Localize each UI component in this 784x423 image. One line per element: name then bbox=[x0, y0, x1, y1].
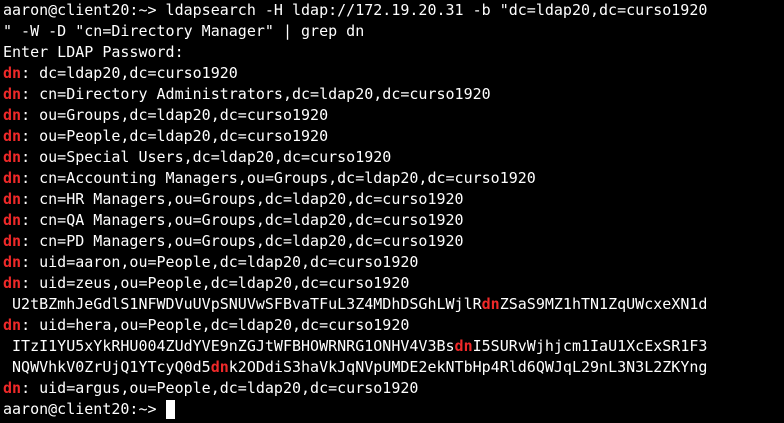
terminal-line: dn: cn=HR Managers,ou=Groups,dc=ldap20,d… bbox=[3, 189, 784, 210]
line-text: Enter LDAP Password: bbox=[3, 43, 184, 61]
terminal-line: Enter LDAP Password: bbox=[3, 42, 784, 63]
match-highlight: dn bbox=[3, 211, 22, 229]
match-highlight: dn bbox=[3, 274, 22, 292]
terminal-line: ITzI1YU5xYkRHU004ZUdYVE9nZGJtWFBHOWRNRG1… bbox=[3, 336, 784, 357]
line-text: : ou=Groups,dc=ldap20,dc=curso1920 bbox=[21, 106, 329, 124]
terminal-line: dn: cn=Directory Administrators,dc=ldap2… bbox=[3, 84, 784, 105]
prompt-line[interactable]: aaron@client20:~> bbox=[3, 399, 784, 420]
terminal-window[interactable]: aaron@client20:~> ldapsearch -H ldap://1… bbox=[0, 0, 784, 423]
terminal-line: " -W -D "cn=Directory Manager" | grep dn bbox=[3, 21, 784, 42]
match-highlight: dn bbox=[3, 190, 22, 208]
terminal-line: dn: uid=hera,ou=People,dc=ldap20,dc=curs… bbox=[3, 315, 784, 336]
terminal-line: dn: dc=ldap20,dc=curso1920 bbox=[3, 63, 784, 84]
line-text: " -W -D "cn=Directory Manager" | grep dn bbox=[3, 22, 365, 40]
line-text: : cn=PD Managers,ou=Groups,dc=ldap20,dc=… bbox=[21, 232, 464, 250]
match-highlight: dn bbox=[3, 127, 22, 145]
line-text: : cn=HR Managers,ou=Groups,dc=ldap20,dc=… bbox=[21, 190, 464, 208]
match-highlight: dn bbox=[3, 232, 22, 250]
line-text: aaron@client20:~> ldapsearch -H ldap://1… bbox=[3, 1, 708, 19]
terminal-line: dn: ou=People,dc=ldap20,dc=curso1920 bbox=[3, 126, 784, 147]
match-highlight: dn bbox=[454, 337, 473, 355]
match-highlight: dn bbox=[481, 295, 500, 313]
terminal-output: aaron@client20:~> ldapsearch -H ldap://1… bbox=[3, 0, 784, 420]
match-highlight: dn bbox=[3, 169, 22, 187]
line-text: U2tBZmhJeGdlS1NFWDVuUVpSNUVwSFBvaTFuL3Z4… bbox=[3, 295, 482, 313]
shell-prompt: aaron@client20:~> bbox=[3, 400, 166, 418]
line-text: : ou=People,dc=ldap20,dc=curso1920 bbox=[21, 127, 329, 145]
line-text: : uid=zeus,ou=People,dc=ldap20,dc=curso1… bbox=[21, 274, 410, 292]
match-highlight: dn bbox=[3, 379, 22, 397]
terminal-line: dn: uid=aaron,ou=People,dc=ldap20,dc=cur… bbox=[3, 252, 784, 273]
terminal-line: dn: ou=Special Users,dc=ldap20,dc=curso1… bbox=[3, 147, 784, 168]
text-cursor bbox=[165, 400, 175, 419]
terminal-line: dn: uid=argus,ou=People,dc=ldap20,dc=cur… bbox=[3, 378, 784, 399]
match-highlight: dn bbox=[3, 64, 22, 82]
line-text: ITzI1YU5xYkRHU004ZUdYVE9nZGJtWFBHOWRNRG1… bbox=[3, 337, 455, 355]
line-text: : uid=aaron,ou=People,dc=ldap20,dc=curso… bbox=[21, 253, 419, 271]
terminal-line: dn: cn=QA Managers,ou=Groups,dc=ldap20,d… bbox=[3, 210, 784, 231]
terminal-line: U2tBZmhJeGdlS1NFWDVuUVpSNUVwSFBvaTFuL3Z4… bbox=[3, 294, 784, 315]
match-highlight: dn bbox=[3, 106, 22, 124]
line-text: : ou=Special Users,dc=ldap20,dc=curso192… bbox=[21, 148, 392, 166]
terminal-line: aaron@client20:~> ldapsearch -H ldap://1… bbox=[3, 0, 784, 21]
line-text: : uid=argus,ou=People,dc=ldap20,dc=curso… bbox=[21, 379, 419, 397]
terminal-line: dn: cn=PD Managers,ou=Groups,dc=ldap20,d… bbox=[3, 231, 784, 252]
terminal-scrollbar[interactable] bbox=[776, 0, 784, 423]
terminal-line: dn: uid=zeus,ou=People,dc=ldap20,dc=curs… bbox=[3, 273, 784, 294]
line-text: ZSaS9MZ1hTN1ZqUWcxeXN1d bbox=[499, 295, 708, 313]
match-highlight: dn bbox=[3, 85, 22, 103]
terminal-line: dn: cn=Accounting Managers,ou=Groups,dc=… bbox=[3, 168, 784, 189]
line-text: : dc=ldap20,dc=curso1920 bbox=[21, 64, 238, 82]
line-text: I5SURvWjhjcm1IaU1XcExSR1F3 bbox=[472, 337, 708, 355]
match-highlight: dn bbox=[3, 148, 22, 166]
match-highlight: dn bbox=[3, 253, 22, 271]
line-text: : cn=QA Managers,ou=Groups,dc=ldap20,dc=… bbox=[21, 211, 464, 229]
line-text: : cn=Directory Administrators,dc=ldap20,… bbox=[21, 85, 491, 103]
line-text: NQWVhkV0ZrUjQ1YTcyQ0d5 bbox=[3, 358, 211, 376]
terminal-line: dn: ou=Groups,dc=ldap20,dc=curso1920 bbox=[3, 105, 784, 126]
line-text: : cn=Accounting Managers,ou=Groups,dc=ld… bbox=[21, 169, 536, 187]
match-highlight: dn bbox=[3, 316, 22, 334]
match-highlight: dn bbox=[210, 358, 229, 376]
line-text: : uid=hera,ou=People,dc=ldap20,dc=curso1… bbox=[21, 316, 410, 334]
terminal-line: NQWVhkV0ZrUjQ1YTcyQ0d5dnk2ODdiS3haVkJqNV… bbox=[3, 357, 784, 378]
line-text: k2ODdiS3haVkJqNVpUMDE2ekNTbHp4Rld6QWJqL2… bbox=[228, 358, 708, 376]
